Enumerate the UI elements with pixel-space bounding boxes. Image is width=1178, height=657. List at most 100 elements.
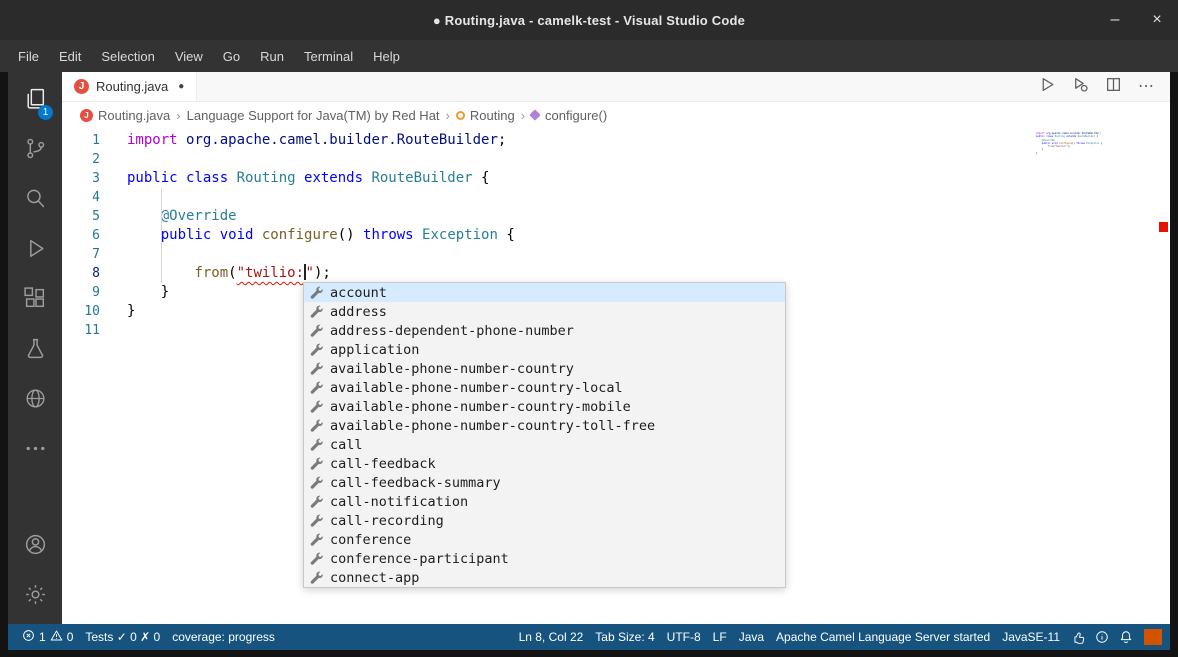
minimap[interactable]: import org.apache.camel.builder.RouteBui… bbox=[1036, 132, 1154, 155]
line-number[interactable]: 8 bbox=[62, 264, 120, 283]
activity-extension-globe[interactable] bbox=[11, 376, 59, 426]
status-java-runtime[interactable]: JavaSE-11 bbox=[996, 630, 1066, 644]
line-number[interactable]: 10 bbox=[62, 302, 120, 321]
run-or-debug-icon[interactable] bbox=[1072, 76, 1089, 98]
status-cursor-position[interactable]: Ln 8, Col 22 bbox=[513, 630, 590, 644]
code-line[interactable]: 1import org.apache.camel.builder.RouteBu… bbox=[62, 131, 1170, 150]
menu-selection[interactable]: Selection bbox=[91, 44, 164, 69]
menu-terminal[interactable]: Terminal bbox=[294, 44, 363, 69]
activity-source-control[interactable] bbox=[11, 126, 59, 176]
code-line[interactable]: 3public class Routing extends RouteBuild… bbox=[62, 169, 1170, 188]
coverage-status[interactable]: coverage: progress bbox=[166, 624, 281, 650]
status-tab-size[interactable]: Tab Size: 4 bbox=[589, 630, 660, 644]
line-number[interactable]: 6 bbox=[62, 226, 120, 245]
activity-more-views[interactable] bbox=[11, 426, 59, 476]
activity-testing[interactable] bbox=[11, 326, 59, 376]
status-right-items: Ln 8, Col 22Tab Size: 4UTF-8LFJavaApache… bbox=[513, 630, 1066, 644]
tab-bar: J Routing.java ● ⋯ bbox=[62, 72, 1170, 102]
suggestion-item[interactable]: available-phone-number-country-mobile bbox=[304, 397, 785, 416]
menu-run[interactable]: Run bbox=[250, 44, 294, 69]
menu-view[interactable]: View bbox=[165, 44, 213, 69]
breadcrumb-separator: › bbox=[446, 108, 450, 123]
breadcrumb-item[interactable]: JRouting.java bbox=[80, 108, 170, 123]
run-icon[interactable] bbox=[1039, 76, 1056, 98]
code-line[interactable]: 6 public void configure() throws Excepti… bbox=[62, 226, 1170, 245]
status-bar: 1 0 Tests ✓ 0 ✗ 0 coverage: progress Ln … bbox=[8, 624, 1170, 650]
status-encoding[interactable]: UTF-8 bbox=[661, 630, 707, 644]
activity-settings[interactable] bbox=[11, 572, 59, 622]
tab-label: Routing.java bbox=[96, 79, 168, 94]
menu-go[interactable]: Go bbox=[213, 44, 250, 69]
status-eol[interactable]: LF bbox=[707, 630, 733, 644]
suggestion-item[interactable]: available-phone-number-country-toll-free bbox=[304, 416, 785, 435]
editor-more-actions-icon[interactable]: ⋯ bbox=[1138, 79, 1154, 95]
suggestion-item[interactable]: call-feedback-summary bbox=[304, 473, 785, 492]
wrench-property-icon bbox=[308, 400, 324, 413]
activity-run-and-debug[interactable] bbox=[11, 226, 59, 276]
wrench-property-icon bbox=[308, 419, 324, 432]
feedback-thumbs-up-icon[interactable] bbox=[1066, 630, 1090, 644]
code-line[interactable]: 7 bbox=[62, 245, 1170, 264]
activity-explorer[interactable]: 1 bbox=[11, 76, 59, 126]
info-icon[interactable] bbox=[1090, 630, 1114, 644]
overview-ruler-scrollbar[interactable] bbox=[1156, 128, 1170, 624]
activity-search[interactable] bbox=[11, 176, 59, 226]
settings-gear-icon bbox=[23, 582, 48, 612]
menu-file[interactable]: File bbox=[8, 44, 49, 69]
status-notification-badge[interactable] bbox=[1144, 629, 1162, 645]
activity-extensions[interactable] bbox=[11, 276, 59, 326]
suggestion-item[interactable]: account bbox=[304, 283, 785, 302]
suggestion-label: call-recording bbox=[330, 513, 444, 529]
line-number[interactable]: 3 bbox=[62, 169, 120, 188]
suggestion-label: call-feedback bbox=[330, 456, 436, 472]
breadcrumb-item[interactable]: configure() bbox=[531, 108, 607, 123]
suggestion-label: connect-app bbox=[330, 570, 419, 586]
tab-routing-java[interactable]: J Routing.java ● bbox=[62, 72, 197, 101]
menu-bar: FileEditSelectionViewGoRunTerminalHelp bbox=[0, 40, 1178, 72]
indent-guide bbox=[161, 188, 162, 283]
line-number[interactable]: 5 bbox=[62, 207, 120, 226]
code-line[interactable]: 5 @Override bbox=[62, 207, 1170, 226]
suggestion-item[interactable]: available-phone-number-country-local bbox=[304, 378, 785, 397]
suggestion-item[interactable]: connect-app bbox=[304, 568, 785, 587]
modified-dot-icon[interactable]: ● bbox=[178, 81, 184, 92]
line-number[interactable]: 7 bbox=[62, 245, 120, 264]
suggestion-item[interactable]: conference-participant bbox=[304, 549, 785, 568]
line-number[interactable]: 1 bbox=[62, 131, 120, 150]
line-number[interactable]: 4 bbox=[62, 188, 120, 207]
suggestion-item[interactable]: call-recording bbox=[304, 511, 785, 530]
status-camel-language-server[interactable]: Apache Camel Language Server started bbox=[770, 630, 996, 644]
suggestion-label: account bbox=[330, 285, 387, 301]
line-number[interactable]: 11 bbox=[62, 321, 120, 340]
code-line[interactable]: 8 from("twilio:"); bbox=[62, 264, 1170, 283]
warning-triangle-icon bbox=[50, 629, 63, 645]
menu-help[interactable]: Help bbox=[363, 44, 410, 69]
breadcrumb-item[interactable]: Language Support for Java(TM) by Red Hat bbox=[187, 108, 440, 123]
suggestion-label: call-feedback-summary bbox=[330, 475, 501, 491]
suggestion-item[interactable]: address-dependent-phone-number bbox=[304, 321, 785, 340]
problems-indicator[interactable]: 1 0 bbox=[16, 624, 79, 650]
split-editor-icon[interactable] bbox=[1105, 76, 1122, 98]
minimize-button[interactable]: – bbox=[1106, 11, 1124, 29]
suggestion-item[interactable]: available-phone-number-country bbox=[304, 359, 785, 378]
code-line[interactable]: 4 bbox=[62, 188, 1170, 207]
line-number[interactable]: 2 bbox=[62, 150, 120, 169]
close-button[interactable]: × bbox=[1148, 11, 1166, 29]
breadcrumb-item[interactable]: Routing bbox=[456, 108, 515, 123]
suggestion-item[interactable]: conference bbox=[304, 530, 785, 549]
status-language-mode[interactable]: Java bbox=[733, 630, 770, 644]
menu-edit[interactable]: Edit bbox=[49, 44, 91, 69]
code-line[interactable]: 2 bbox=[62, 150, 1170, 169]
source-control-icon bbox=[23, 136, 48, 166]
suggestion-item[interactable]: address bbox=[304, 302, 785, 321]
suggestion-item[interactable]: application bbox=[304, 340, 785, 359]
wrench-property-icon bbox=[308, 305, 324, 318]
suggestion-item[interactable]: call-feedback bbox=[304, 454, 785, 473]
activity-account[interactable] bbox=[11, 522, 59, 572]
suggestion-item[interactable]: call bbox=[304, 435, 785, 454]
bell-icon[interactable] bbox=[1114, 630, 1138, 644]
line-number[interactable]: 9 bbox=[62, 283, 120, 302]
suggest-widget: account address address-dependent-phone-… bbox=[303, 282, 786, 588]
tests-status[interactable]: Tests ✓ 0 ✗ 0 bbox=[79, 624, 166, 650]
suggestion-item[interactable]: call-notification bbox=[304, 492, 785, 511]
